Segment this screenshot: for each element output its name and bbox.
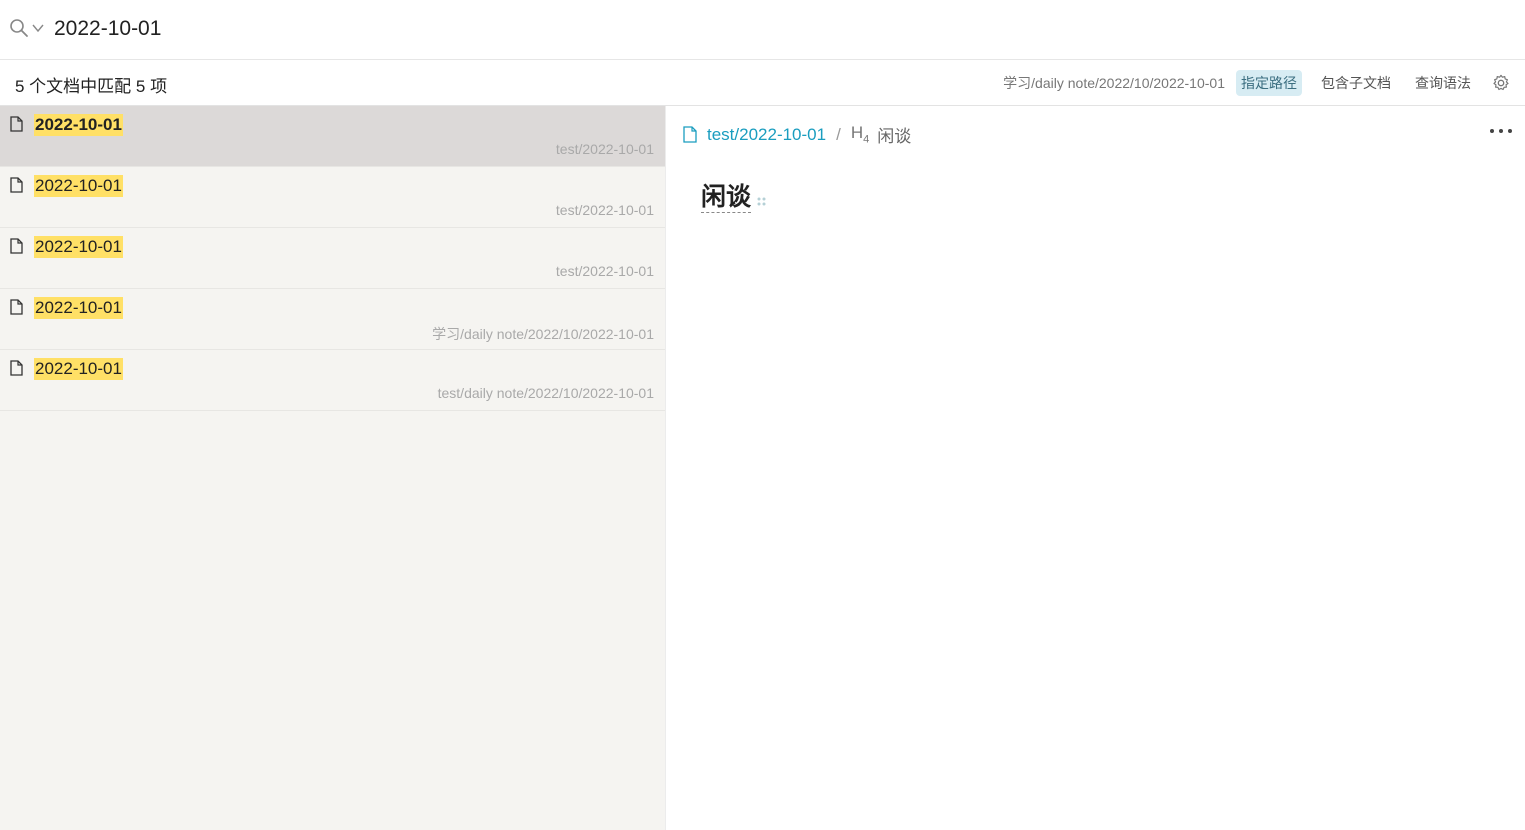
more-dots-icon[interactable] — [1489, 128, 1513, 134]
preview-pane: test/2022-10-01 / H4 闲谈 闲谈 — [666, 106, 1525, 830]
result-item[interactable]: 2022-10-01 学习/daily note/2022/10/2022-10… — [0, 289, 665, 350]
search-toolbar: 5 个文档中匹配 5 项 学习/daily note/2022/10/2022-… — [0, 60, 1525, 106]
breadcrumb-separator: / — [836, 124, 841, 144]
drag-handle-icon[interactable] — [757, 197, 767, 207]
result-item[interactable]: 2022-10-01 test/2022-10-01 — [0, 167, 665, 228]
current-path: 学习/daily note/2022/10/2022-10-01 — [1003, 75, 1225, 91]
search-icon[interactable] — [9, 18, 29, 38]
heading-level-number: 4 — [863, 133, 870, 146]
result-title: 2022-10-01 — [34, 297, 123, 319]
result-title: 2022-10-01 — [34, 236, 123, 258]
gear-icon[interactable] — [1492, 74, 1510, 92]
result-path: test/2022-10-01 — [555, 263, 654, 279]
result-item[interactable]: 2022-10-01 test/2022-10-01 — [0, 228, 665, 289]
search-results-list: 2022-10-01 test/2022-10-01 2022-10-01 te… — [0, 106, 666, 830]
query-syntax-button[interactable]: 查询语法 — [1410, 70, 1476, 96]
file-icon — [10, 360, 23, 376]
result-item[interactable]: 2022-10-01 test/daily note/2022/10/2022-… — [0, 350, 665, 411]
result-path: test/daily note/2022/10/2022-10-01 — [437, 385, 654, 401]
file-icon — [10, 238, 23, 254]
heading-level-icon: H4 — [851, 123, 869, 145]
file-icon — [10, 177, 23, 193]
breadcrumb-doc-link[interactable]: test/2022-10-01 — [707, 125, 826, 145]
preview-heading: 闲谈 — [701, 183, 752, 213]
toolbar-actions: 学习/daily note/2022/10/2022-10-01 指定路径 包含… — [1003, 69, 1517, 97]
include-children-button[interactable]: 包含子文档 — [1316, 70, 1396, 96]
result-title: 2022-10-01 — [34, 114, 123, 136]
breadcrumb-heading[interactable]: 闲谈 — [877, 122, 911, 147]
chevron-down-icon[interactable] — [32, 23, 44, 33]
result-title: 2022-10-01 — [34, 175, 123, 197]
search-bar — [0, 0, 1525, 60]
result-item[interactable]: 2022-10-01 test/2022-10-01 — [0, 106, 665, 167]
breadcrumb: test/2022-10-01 / H4 闲谈 — [683, 122, 911, 147]
match-count: 5 个文档中匹配 5 项 — [15, 77, 168, 96]
search-input[interactable] — [54, 14, 1454, 44]
result-path: 学习/daily note/2022/10/2022-10-01 — [432, 326, 654, 342]
result-path: test/2022-10-01 — [555, 141, 654, 157]
file-icon — [683, 126, 697, 143]
specify-path-button[interactable]: 指定路径 — [1236, 70, 1302, 96]
file-icon — [10, 116, 23, 132]
heading-level-prefix: H — [850, 123, 864, 143]
file-icon — [10, 299, 23, 315]
result-path: test/2022-10-01 — [555, 202, 654, 218]
result-title: 2022-10-01 — [34, 358, 123, 380]
